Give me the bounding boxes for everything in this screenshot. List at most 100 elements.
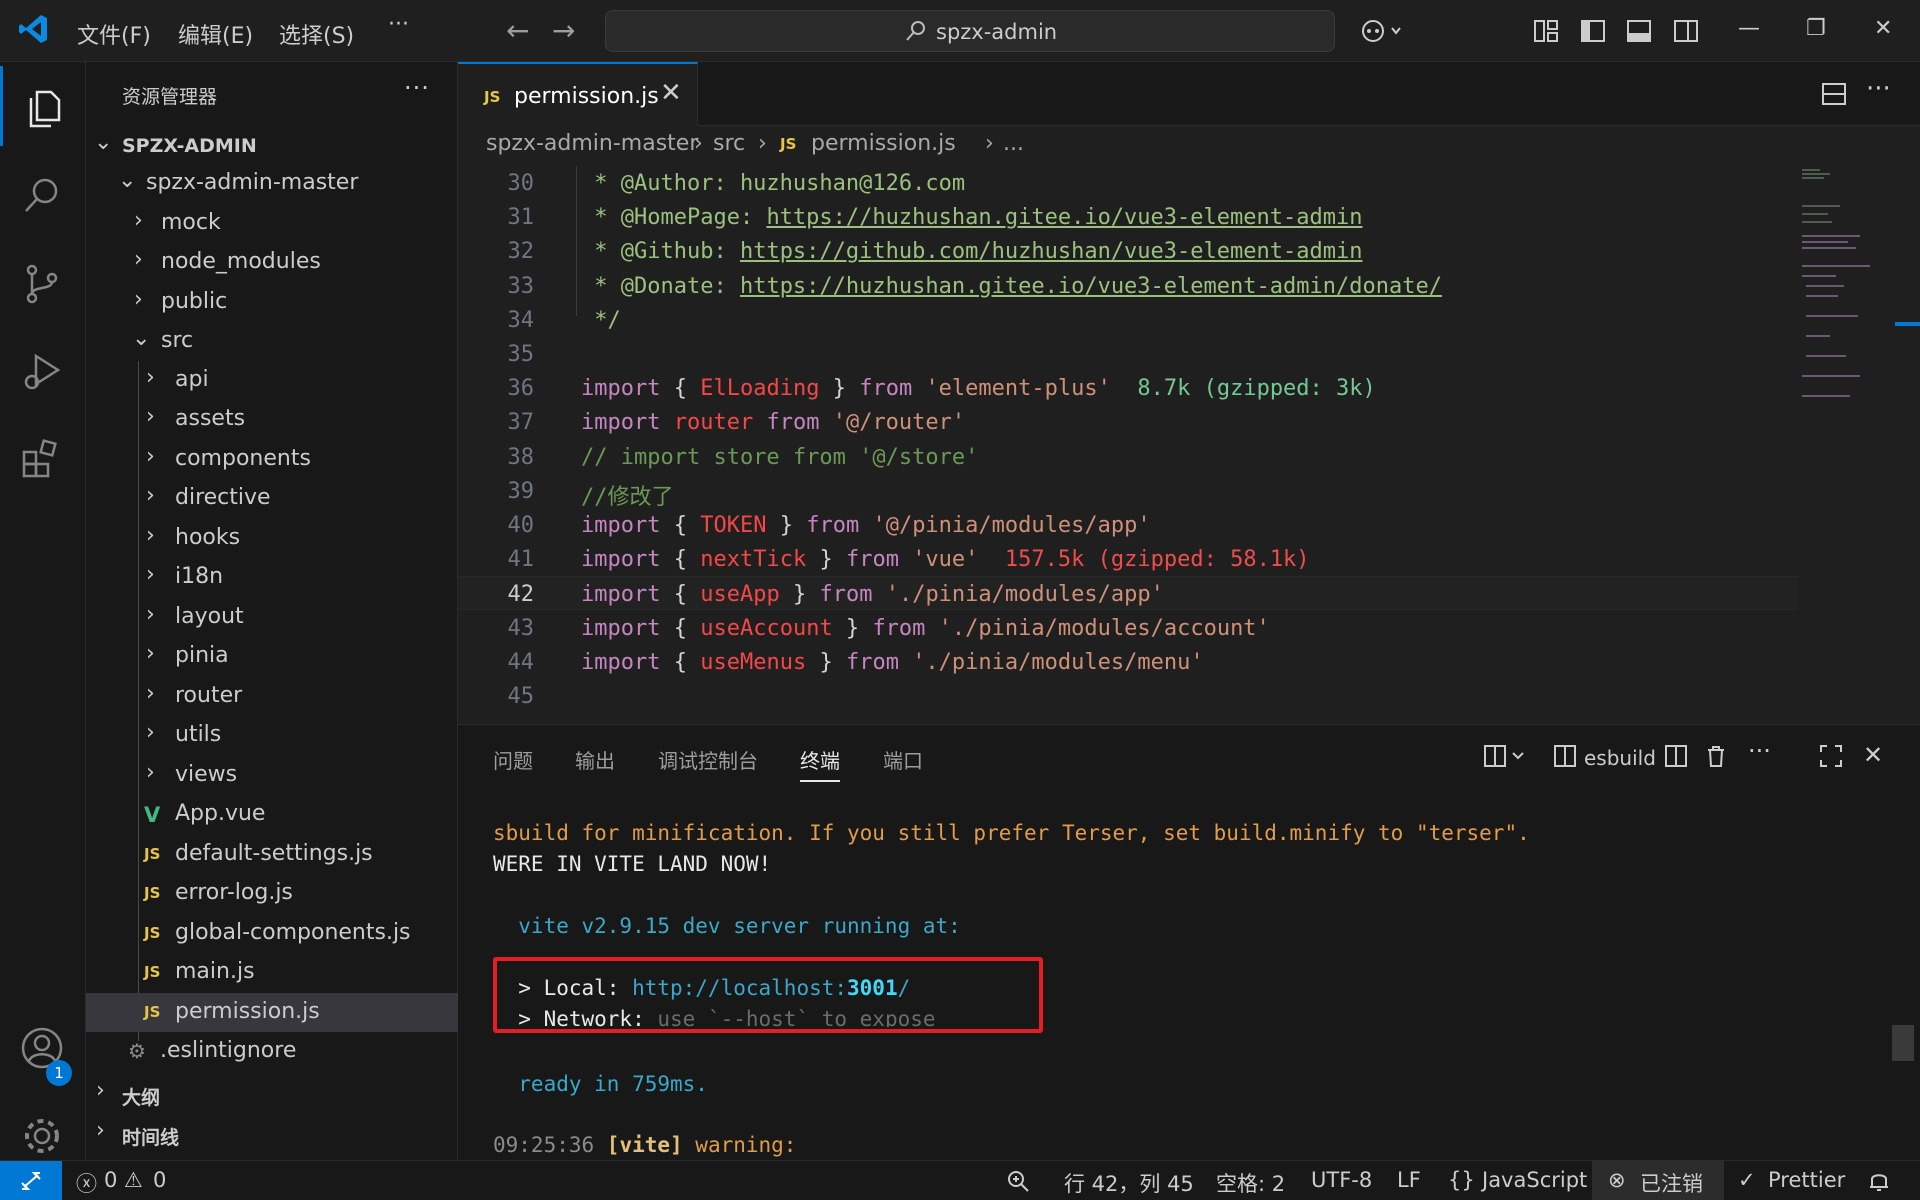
code-line[interactable]: 40 import { TOKEN } from '@/pinia/modules… bbox=[458, 508, 1798, 542]
tree-folder-components[interactable]: › components bbox=[86, 440, 458, 479]
tree-folder-api[interactable]: › api bbox=[86, 361, 458, 400]
account-status[interactable]: ⊗ 已注销 bbox=[1592, 1161, 1724, 1200]
code-token[interactable]: https://huzhushan.gitee.io/vue3-element-… bbox=[740, 274, 1442, 299]
menu-file[interactable]: 文件(F) bbox=[77, 18, 151, 50]
tree-folder-mock[interactable]: › mock bbox=[86, 204, 458, 243]
explorer-more-button[interactable]: ··· bbox=[404, 74, 430, 102]
tree-folder-assets[interactable]: › assets bbox=[86, 400, 458, 439]
code-line[interactable]: 30 * @Author: huzhushan@126.com bbox=[458, 166, 1798, 200]
tab-debug-console[interactable]: 调试控制台 bbox=[658, 745, 758, 774]
tab-output[interactable]: 输出 bbox=[575, 745, 615, 774]
menu-more-button[interactable]: ··· bbox=[388, 12, 409, 37]
code-line[interactable]: 45 bbox=[458, 679, 1798, 713]
tab-permission-js[interactable]: JS permission.js ✕ bbox=[458, 62, 698, 126]
tree-folder-router[interactable]: › router bbox=[86, 677, 458, 716]
breadcrumb-folder[interactable]: spzx-admin-master bbox=[486, 131, 698, 156]
maximize-panel-icon[interactable] bbox=[1818, 743, 1844, 769]
explorer-activity[interactable] bbox=[0, 66, 86, 146]
tab-problems[interactable]: 问题 bbox=[493, 745, 533, 774]
tab-ports[interactable]: 端口 bbox=[883, 745, 923, 774]
tree-folder-directive[interactable]: › directive bbox=[86, 479, 458, 518]
back-arrow-icon[interactable]: ← bbox=[506, 14, 529, 47]
toggle-primary-sidebar-icon[interactable] bbox=[1580, 18, 1606, 44]
warning-icon[interactable]: ⚠ bbox=[124, 1168, 143, 1192]
error-icon[interactable]: ⓧ bbox=[76, 1168, 97, 1198]
toggle-secondary-sidebar-icon[interactable] bbox=[1673, 18, 1699, 44]
workspace-root[interactable]: ⌄ SPZX-ADMIN bbox=[86, 126, 458, 165]
code-token[interactable]: https://huzhushan.gitee.io/vue3-element-… bbox=[766, 205, 1362, 230]
breadcrumb-src[interactable]: src bbox=[713, 131, 745, 156]
code-line[interactable]: 36 import { ElLoading } from 'element-plu… bbox=[458, 371, 1798, 405]
run-debug-activity[interactable] bbox=[0, 330, 86, 410]
tree-file-default-settings[interactable]: JS default-settings.js bbox=[86, 835, 458, 874]
tree-file-error-log[interactable]: JS error-log.js bbox=[86, 874, 458, 913]
terminal-scrollbar[interactable] bbox=[1892, 1025, 1914, 1061]
copilot-icon[interactable] bbox=[1360, 18, 1404, 44]
forward-arrow-icon[interactable]: → bbox=[552, 14, 575, 47]
zoom-icon[interactable] bbox=[1006, 1169, 1030, 1193]
code-line[interactable]: 37 import router from '@/router' bbox=[458, 405, 1798, 439]
minimap[interactable] bbox=[1800, 166, 1910, 426]
end-of-line[interactable]: LF bbox=[1397, 1168, 1421, 1192]
outline-section[interactable]: › 大纲 bbox=[86, 1074, 458, 1113]
code-line[interactable]: 35 bbox=[458, 337, 1798, 371]
tree-folder-layout[interactable]: › layout bbox=[86, 598, 458, 637]
tree-folder-views[interactable]: › views bbox=[86, 756, 458, 795]
source-control-activity[interactable] bbox=[0, 242, 86, 322]
trash-icon[interactable] bbox=[1704, 743, 1728, 769]
menu-edit[interactable]: 编辑(E) bbox=[178, 18, 253, 50]
tree-folder-public[interactable]: › public bbox=[86, 283, 458, 322]
tree-folder-i18n[interactable]: › i18n bbox=[86, 558, 458, 597]
code-line[interactable]: 34 */ bbox=[458, 303, 1798, 337]
remote-indicator[interactable] bbox=[0, 1161, 62, 1200]
encoding[interactable]: UTF-8 bbox=[1311, 1168, 1372, 1192]
cursor-position[interactable]: 行 42，列 45 bbox=[1064, 1168, 1194, 1198]
minimize-icon[interactable]: — bbox=[1738, 16, 1760, 41]
tree-file-app-vue[interactable]: V App.vue bbox=[86, 795, 458, 834]
tree-file-global-components[interactable]: JS global-components.js bbox=[86, 914, 458, 953]
code-line[interactable]: 44 import { useMenus } from './pinia/modu… bbox=[458, 645, 1798, 679]
split-editor-icon[interactable] bbox=[1820, 80, 1848, 108]
command-center-search[interactable]: spzx-admin bbox=[605, 10, 1335, 52]
tree-folder-src[interactable]: ⌄ src bbox=[86, 322, 458, 361]
tree-folder-pinia[interactable]: › pinia bbox=[86, 637, 458, 676]
tab-terminal[interactable]: 终端 bbox=[800, 745, 840, 782]
code-line[interactable]: 38 // import store from '@/store' bbox=[458, 440, 1798, 474]
breadcrumb-file[interactable]: permission.js bbox=[811, 131, 956, 156]
split-terminal-icon[interactable] bbox=[1664, 743, 1688, 769]
breadcrumb-symbol[interactable]: ... bbox=[1003, 131, 1024, 156]
code-line[interactable]: 33 * @Donate: https://huzhushan.gitee.io… bbox=[458, 269, 1798, 303]
close-icon[interactable]: ✕ bbox=[660, 78, 682, 108]
code-token[interactable]: https://github.com/huzhushan/vue3-elemen… bbox=[740, 239, 1363, 264]
menu-selection[interactable]: 选择(S) bbox=[279, 18, 354, 50]
new-terminal-split-icon[interactable] bbox=[1483, 743, 1529, 769]
warning-count[interactable]: 0 bbox=[153, 1168, 166, 1192]
tree-file-main[interactable]: JS main.js bbox=[86, 953, 458, 992]
code-line[interactable]: 42 import { useApp } from './pinia/module… bbox=[458, 576, 1798, 611]
extensions-activity[interactable] bbox=[0, 418, 86, 498]
code-line[interactable]: 31 * @HomePage: https://huzhushan.gitee.… bbox=[458, 200, 1798, 234]
code-line[interactable]: 32 * @Github: https://github.com/huzhush… bbox=[458, 234, 1798, 268]
code-editor[interactable]: 30 * @Author: huzhushan@126.com 31 * @Hom… bbox=[458, 166, 1920, 724]
code-line[interactable]: 43 import { useAccount } from './pinia/mo… bbox=[458, 611, 1798, 645]
editor-more-button[interactable]: ··· bbox=[1866, 74, 1891, 104]
tree-file-permission[interactable]: JS permission.js bbox=[86, 993, 458, 1032]
tree-folder-utils[interactable]: › utils bbox=[86, 716, 458, 755]
error-count[interactable]: 0 bbox=[104, 1168, 117, 1192]
tree-folder-node-modules[interactable]: › node_modules bbox=[86, 243, 458, 282]
timeline-section[interactable]: › 时间线 bbox=[86, 1114, 458, 1153]
terminal-name[interactable]: esbuild bbox=[1584, 746, 1656, 770]
customize-layout-icon[interactable] bbox=[1533, 18, 1559, 44]
panel-more-button[interactable]: ··· bbox=[1748, 737, 1771, 765]
code-line[interactable]: 41 import { nextTick } from 'vue' 157.5k … bbox=[458, 542, 1798, 576]
prettier-status[interactable]: Prettier bbox=[1768, 1168, 1845, 1192]
search-activity[interactable] bbox=[0, 154, 86, 234]
close-panel-icon[interactable]: ✕ bbox=[1863, 741, 1883, 769]
tree-folder-hooks[interactable]: › hooks bbox=[86, 519, 458, 558]
tree-folder-project[interactable]: ⌄ spzx-admin-master bbox=[86, 164, 458, 203]
code-line[interactable]: 39 //修改了 bbox=[458, 474, 1798, 510]
restore-icon[interactable]: ❐ bbox=[1806, 16, 1826, 41]
language-mode[interactable]: JavaScript bbox=[1482, 1168, 1587, 1192]
toggle-panel-icon[interactable] bbox=[1626, 18, 1652, 44]
indentation[interactable]: 空格: 2 bbox=[1216, 1168, 1285, 1198]
